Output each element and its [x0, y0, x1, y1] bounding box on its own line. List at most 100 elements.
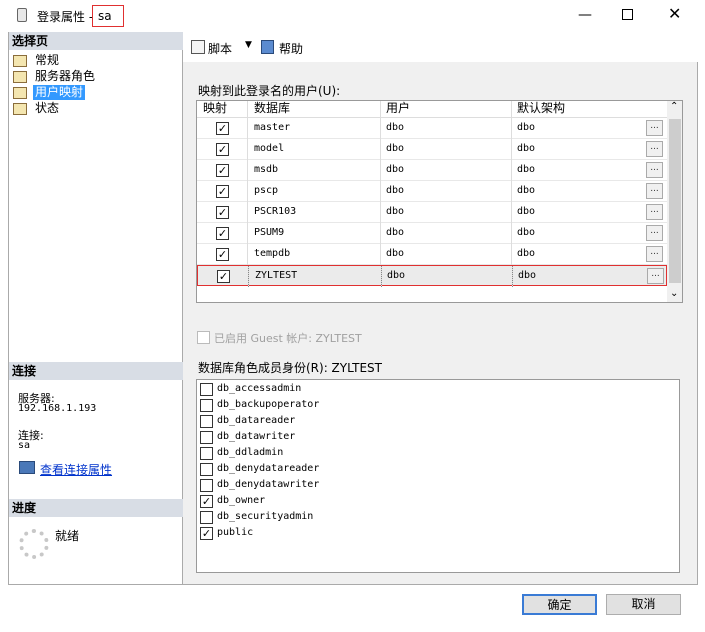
role-item[interactable]: db_accessadmin	[200, 382, 660, 398]
mapping-user[interactable]: dbo	[386, 206, 404, 217]
mapping-user[interactable]: dbo	[386, 164, 404, 175]
role-checkbox[interactable]	[200, 447, 213, 460]
col-user: 用户	[386, 101, 411, 115]
mapping-checkbox[interactable]: ✓	[216, 206, 229, 219]
mapping-user[interactable]: dbo	[386, 122, 404, 133]
role-checkbox[interactable]: ✓	[200, 527, 213, 540]
role-name: db_ddladmin	[217, 447, 284, 458]
role-checkbox[interactable]	[200, 479, 213, 492]
role-checkbox[interactable]	[200, 511, 213, 524]
schema-browse-button[interactable]: ...	[646, 225, 663, 241]
mapping-schema[interactable]: dbo	[517, 185, 535, 196]
roles-label: 数据库角色成员身份(R): ZYLTEST	[198, 361, 383, 375]
mapping-row[interactable]: ✓ ZYLTEST dbo dbo...	[197, 265, 667, 287]
grid-header: 映射 数据库 用户 默认架构	[197, 101, 667, 118]
mapping-database: master	[254, 122, 291, 133]
page-icon	[13, 103, 27, 115]
page-icon	[13, 87, 27, 99]
server-value: 192.168.1.193	[18, 403, 97, 414]
col-map: 映射	[203, 101, 228, 115]
connection-properties-icon	[19, 461, 35, 474]
page-label: 常规	[35, 53, 60, 67]
mapping-row[interactable]: ✓ msdb dbo dbo...	[197, 160, 667, 181]
window-icon	[17, 8, 27, 22]
scroll-down-icon[interactable]: ⌄	[670, 288, 678, 299]
mapping-row[interactable]: ✓ model dbo dbo...	[197, 139, 667, 160]
mapping-checkbox[interactable]: ✓	[216, 248, 229, 261]
mapping-row[interactable]: ✓ master dbo dbo...	[197, 118, 667, 139]
page-label: 服务器角色	[35, 69, 96, 83]
role-name: db_securityadmin	[217, 511, 314, 522]
role-item[interactable]: ✓ db_owner	[200, 494, 660, 510]
script-button[interactable]: 脚本	[208, 40, 232, 57]
role-item[interactable]: db_ddladmin	[200, 446, 660, 462]
mapping-schema[interactable]: dbo	[517, 206, 535, 217]
page-label: 用户映射	[33, 85, 86, 100]
mapping-user[interactable]: dbo	[386, 143, 404, 154]
script-dropdown-icon[interactable]: ▼	[245, 40, 252, 50]
window-title: 登录属性 -	[37, 10, 94, 24]
mapping-row[interactable]: ✓ PSCR103 dbo dbo...	[197, 202, 667, 223]
mapping-checkbox[interactable]: ✓	[216, 164, 229, 177]
mapping-schema[interactable]: dbo	[517, 164, 535, 175]
grid-scrollbar[interactable]: ⌃ ⌄	[667, 101, 682, 302]
mapping-user[interactable]: dbo	[387, 270, 405, 281]
mapping-user[interactable]: dbo	[386, 227, 404, 238]
schema-browse-button[interactable]: ...	[646, 141, 663, 157]
mapping-checkbox[interactable]: ✓	[216, 122, 229, 135]
schema-browse-button[interactable]: ...	[647, 268, 664, 284]
role-item[interactable]: db_datareader	[200, 414, 660, 430]
role-item[interactable]: db_denydatareader	[200, 462, 660, 478]
role-item[interactable]: db_denydatawriter	[200, 478, 660, 494]
ok-button[interactable]: 确定	[522, 594, 597, 615]
mapping-checkbox[interactable]: ✓	[216, 185, 229, 198]
mapping-user[interactable]: dbo	[386, 185, 404, 196]
title-login-name: sa	[92, 5, 124, 27]
role-checkbox[interactable]	[200, 399, 213, 412]
schema-browse-button[interactable]: ...	[646, 183, 663, 199]
main-panel: 映射到此登录名的用户(U): 映射 数据库 用户 默认架构 ✓ master dbo…	[183, 62, 698, 585]
progress-spinner-icon	[19, 529, 49, 559]
mapping-checkbox[interactable]: ✓	[217, 270, 230, 283]
schema-browse-button[interactable]: ...	[646, 162, 663, 178]
role-name: public	[217, 527, 254, 538]
help-icon	[261, 40, 274, 54]
schema-browse-button[interactable]: ...	[646, 246, 663, 262]
help-button[interactable]: 帮助	[279, 40, 303, 57]
mapping-user[interactable]: dbo	[386, 248, 404, 259]
role-checkbox[interactable]	[200, 383, 213, 396]
role-checkbox[interactable]	[200, 463, 213, 476]
role-name: db_datareader	[217, 415, 296, 426]
role-item[interactable]: db_securityadmin	[200, 510, 660, 526]
cancel-button[interactable]: 取消	[606, 594, 681, 615]
schema-browse-button[interactable]: ...	[646, 204, 663, 220]
role-item[interactable]: db_datawriter	[200, 430, 660, 446]
roles-list: db_accessadmin db_backupoperator db_datare…	[196, 379, 680, 573]
guest-checkbox[interactable]	[197, 331, 210, 344]
mapping-schema[interactable]: dbo	[517, 248, 535, 259]
mapping-checkbox[interactable]: ✓	[216, 143, 229, 156]
col-database: 数据库	[254, 101, 291, 115]
close-button[interactable]: ✕	[668, 4, 681, 23]
scroll-thumb[interactable]	[669, 119, 681, 283]
mapping-schema[interactable]: dbo	[518, 270, 536, 281]
role-item[interactable]: ✓ public	[200, 526, 660, 542]
role-checkbox[interactable]	[200, 431, 213, 444]
mapping-row[interactable]: ✓ PSUM9 dbo dbo...	[197, 223, 667, 244]
mapping-schema[interactable]: dbo	[517, 122, 535, 133]
mapping-checkbox[interactable]: ✓	[216, 227, 229, 240]
mapping-schema[interactable]: dbo	[517, 143, 535, 154]
scroll-up-icon[interactable]: ⌃	[670, 101, 678, 112]
minimize-button[interactable]: —	[578, 7, 592, 23]
schema-browse-button[interactable]: ...	[646, 120, 663, 136]
view-connection-properties-link[interactable]: 查看连接属性	[40, 461, 112, 478]
connection-header: 连接	[9, 362, 183, 380]
role-checkbox[interactable]	[200, 415, 213, 428]
mapping-row[interactable]: ✓ pscp dbo dbo...	[197, 181, 667, 202]
role-checkbox[interactable]: ✓	[200, 495, 213, 508]
mapping-schema[interactable]: dbo	[517, 227, 535, 238]
maximize-button[interactable]	[622, 9, 633, 20]
mapping-row[interactable]: ✓ tempdb dbo dbo...	[197, 244, 667, 265]
role-item[interactable]: db_backupoperator	[200, 398, 660, 414]
col-default-schema: 默认架构	[517, 101, 566, 115]
